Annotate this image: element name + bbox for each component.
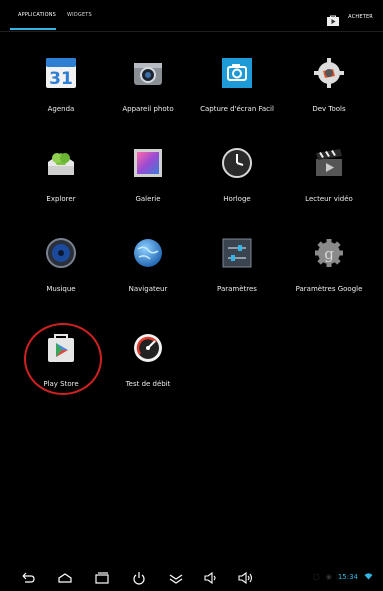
- status-area[interactable]: ▢ ◉ 15:34: [313, 572, 373, 582]
- app-label: Agenda: [47, 105, 75, 113]
- screenshot-icon: [219, 55, 255, 91]
- app-explorer[interactable]: Explorer: [13, 145, 109, 203]
- power-icon[interactable]: [131, 570, 147, 586]
- settings-icon: [219, 235, 255, 271]
- app-appareil-photo[interactable]: Appareil photo: [100, 55, 196, 113]
- app-label: Dev Tools: [312, 105, 346, 113]
- top-bar: APPLICATIONS WIDGETS ACHETER: [0, 0, 383, 38]
- notification-icon: ▢: [313, 573, 320, 581]
- tab-divider: [0, 31, 383, 32]
- app-label: Navigateur: [128, 285, 168, 293]
- clock-icon: [219, 145, 255, 181]
- tab-widgets[interactable]: WIDGETS: [67, 12, 92, 18]
- volume-up-icon[interactable]: [238, 570, 254, 586]
- dev-tools-icon: [311, 55, 347, 91]
- gallery-icon: [130, 145, 166, 181]
- app-label: Musique: [46, 285, 76, 293]
- svg-text:g: g: [324, 245, 334, 263]
- app-label: Test de débit: [125, 380, 171, 388]
- app-horloge[interactable]: Horloge: [189, 145, 285, 203]
- calendar-icon: 31: [43, 55, 79, 91]
- buy-label: ACHETER: [348, 13, 373, 20]
- app-agenda[interactable]: 31 Agenda: [13, 55, 109, 113]
- app-label: Explorer: [46, 195, 76, 203]
- app-parametres-google[interactable]: g Paramètres Google: [281, 235, 377, 293]
- browser-icon: [130, 235, 166, 271]
- speedtest-icon: [130, 330, 166, 366]
- back-icon[interactable]: [20, 570, 36, 586]
- app-parametres[interactable]: Paramètres: [189, 235, 285, 293]
- app-label: Galerie: [135, 195, 161, 203]
- collapse-icon[interactable]: [168, 570, 184, 586]
- app-label: Appareil photo: [122, 105, 174, 113]
- app-dev-tools[interactable]: Dev Tools: [281, 55, 377, 113]
- explorer-icon: [43, 145, 79, 181]
- google-settings-icon: g: [311, 235, 347, 271]
- app-galerie[interactable]: Galerie: [100, 145, 196, 203]
- app-musique[interactable]: Musique: [13, 235, 109, 293]
- sync-icon: ◉: [325, 573, 332, 581]
- app-label: Horloge: [223, 195, 251, 203]
- app-lecteur-video[interactable]: Lecteur vidéo: [281, 145, 377, 203]
- home-icon[interactable]: [57, 570, 73, 586]
- video-player-icon: [311, 145, 347, 181]
- clock-time: 15:34: [337, 573, 358, 581]
- app-label: Capture d'écran Facil: [200, 105, 274, 113]
- calendar-day: 31: [49, 69, 73, 89]
- recent-apps-icon[interactable]: [94, 570, 110, 586]
- active-tab-indicator: [10, 28, 56, 30]
- highlight-circle: [24, 323, 102, 395]
- music-icon: [43, 235, 79, 271]
- camera-icon: [130, 55, 166, 91]
- wifi-icon: [364, 572, 373, 582]
- app-label: Paramètres Google: [295, 285, 363, 293]
- tab-applications[interactable]: APPLICATIONS: [18, 12, 56, 18]
- app-test-de-debit[interactable]: Test de débit: [100, 330, 196, 388]
- buy-button[interactable]: ACHETER: [326, 11, 373, 26]
- volume-down-icon[interactable]: [203, 570, 219, 586]
- shopping-bag-icon: [326, 11, 340, 26]
- navigation-bar: ▢ ◉ 15:34: [0, 565, 383, 591]
- app-label: Paramètres: [217, 285, 257, 293]
- app-capture[interactable]: Capture d'écran Facil: [189, 55, 285, 113]
- app-navigateur[interactable]: Navigateur: [100, 235, 196, 293]
- app-label: Lecteur vidéo: [305, 195, 353, 203]
